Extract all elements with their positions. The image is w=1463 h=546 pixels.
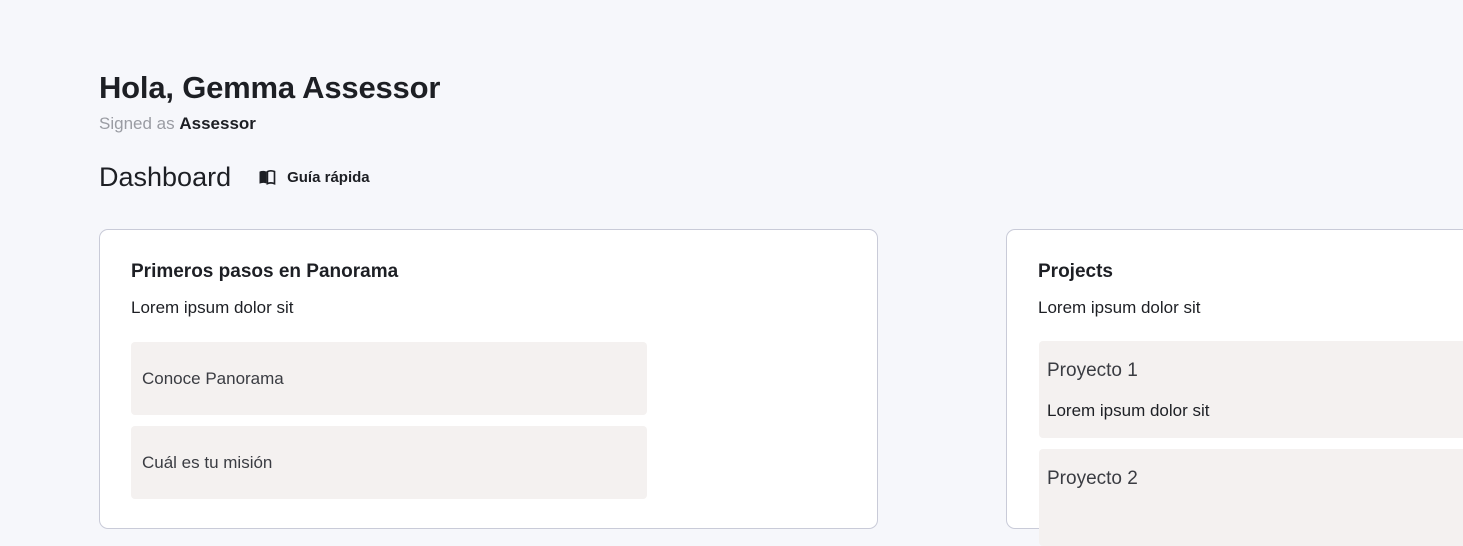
getting-started-card: Primeros pasos en Panorama Lorem ipsum d…	[99, 229, 878, 529]
card-title: Primeros pasos en Panorama	[131, 261, 399, 282]
card-subtitle: Lorem ipsum dolor sit	[1038, 298, 1201, 317]
card-title: Projects	[1038, 261, 1113, 282]
page-title: Dashboard	[99, 161, 232, 192]
project-item-2[interactable]: Proyecto 2	[1039, 449, 1463, 546]
project-name: Proyecto 1	[1047, 360, 1138, 381]
dashboard-header: Dashboard Guía rápida	[99, 160, 370, 194]
quick-guide-link[interactable]: Guía rápida	[257, 167, 370, 187]
signed-as-prefix: Signed as	[99, 114, 175, 133]
card-subtitle: Lorem ipsum dolor sit	[131, 298, 294, 317]
book-icon	[259, 170, 276, 185]
signed-as-text: Signed as Assessor	[99, 114, 256, 134]
step-item-label: Conoce Panorama	[142, 368, 284, 388]
greeting-title: Hola, Gemma Assessor	[99, 70, 441, 105]
step-item-mision[interactable]: Cuál es tu misión	[131, 426, 647, 499]
signed-as-role: Assessor	[179, 114, 256, 133]
project-item-1[interactable]: Proyecto 1 Lorem ipsum dolor sit	[1039, 341, 1463, 438]
step-item-conoce-panorama[interactable]: Conoce Panorama	[131, 342, 647, 415]
quick-guide-label[interactable]: Guía rápida	[287, 169, 370, 186]
project-name: Proyecto 2	[1047, 468, 1138, 489]
step-item-label: Cuál es tu misión	[142, 452, 273, 472]
project-description: Lorem ipsum dolor sit	[1047, 401, 1210, 420]
projects-card: Projects Lorem ipsum dolor sit Proyecto …	[1006, 229, 1463, 546]
